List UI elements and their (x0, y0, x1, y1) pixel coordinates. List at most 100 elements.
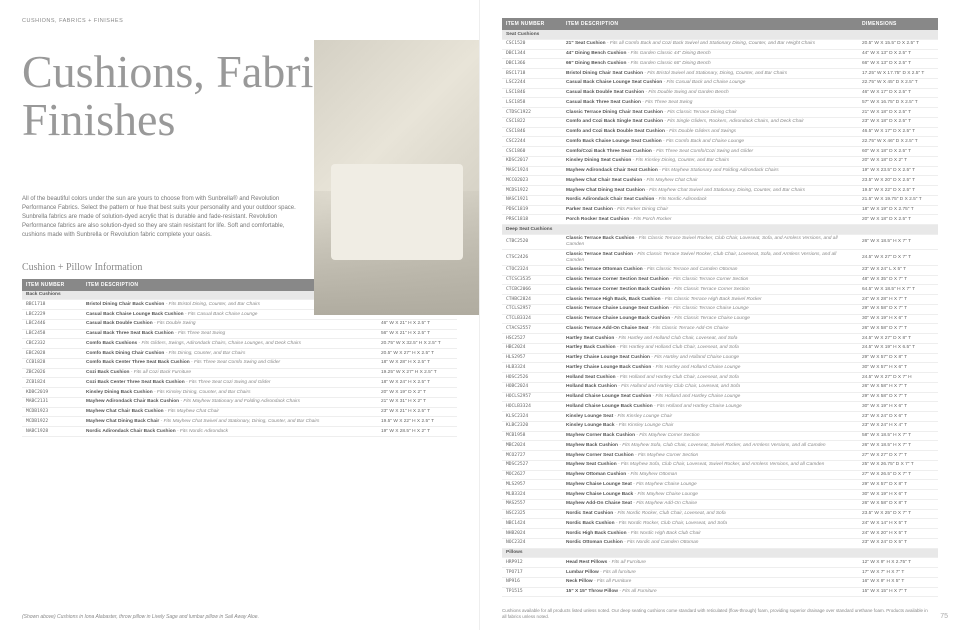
cell-dim: 56" W X 21" H X 2.5" T (377, 329, 457, 339)
table-row: CSC152021" Seat Cushion - Fits all Comfo… (502, 39, 938, 49)
cell-item: ZCB1824 (22, 378, 82, 388)
cell-dim: 23" W X 18" D X 2.5" T (858, 117, 938, 127)
cell-item: HLB3324 (502, 363, 562, 373)
cell-dim: 29" W X 58" D X 7" T (858, 392, 938, 402)
cell-desc: Classic Terrace Dining Chair Seat Cushio… (562, 108, 858, 118)
cell-desc: Comfo Back Cushions - Fits Gliders, Swin… (82, 339, 377, 349)
cell-desc: 44" Dining Bench Cushion - Fits Garden C… (562, 49, 858, 59)
cell-item: ZBC2026 (22, 368, 82, 378)
cell-item: NP916 (502, 577, 562, 587)
cell-dim: 17" W X 17" H X 7" T (858, 597, 938, 598)
cell-desc: Comfo Back Chaise Lounge Seat Cushion - … (562, 137, 858, 147)
cell-dim: 23" W X 24" D X 6" T (858, 412, 938, 422)
cell-desc: Casual Back Three Seat Back Cushion - Fi… (82, 329, 377, 339)
cell-dim: 23" W X 24" H X 4" T (858, 421, 938, 431)
cell-item: KLBC2320 (502, 421, 562, 431)
cell-dim: 29" W X 57" D X 8" T (858, 480, 938, 490)
cell-desc: Cozi Back Center Three Seat Back Cushion… (82, 378, 377, 388)
cell-desc: Mayhew Chat Chair Back Cushion - Fits Ma… (82, 407, 377, 417)
cell-desc: Mayhew Add-On Chaise Seat - Fits Mayhew … (562, 499, 858, 509)
cell-item: MASC1924 (502, 166, 562, 176)
breadcrumb: CUSHIONS, FABRICS + FINISHES (22, 18, 457, 24)
cell-item: TP1717 (502, 597, 562, 598)
cell-dim: 22.75" W X 46" D X 2.5" T (858, 137, 938, 147)
cell-item: MDSC2527 (502, 460, 562, 470)
cell-desc: Holland Seat Cushion - Fits Holland and … (562, 373, 858, 383)
cell-dim: 16" W X 9" H X 5" T (858, 577, 938, 587)
cell-dim: 24" W X 28" H X 7" T (858, 295, 938, 305)
cell-item: MCDS1922 (502, 186, 562, 196)
table-row: LSC1846Casual Back Double Seat Cushion -… (502, 88, 938, 98)
cell-dim: 26" W X 18.5" H X 7" T (858, 234, 938, 250)
cell-dim: 26" W X 58" H X 7" T (858, 382, 938, 392)
table-row: BSC1718Bristol Dining Chair Seat Cushion… (502, 69, 938, 79)
cell-dim: 23" W X 24" L X 5" T (858, 265, 938, 275)
cell-desc: 15" X 15" Throw Pillow - Fits all Furnit… (562, 587, 858, 597)
cell-desc: Classic Terrace High Back, Back Cushion … (562, 295, 858, 305)
table-row: MLS2957Mayhew Chaise Lounge Seat - Fits … (502, 480, 938, 490)
table-row: HRP912Head Rest Pillows - Fits all Furni… (502, 558, 938, 568)
cell-desc: Classic Terrace Corner Section Seat Cush… (562, 275, 858, 285)
cell-desc: Hartley Back Cushion - Fits Hartley and … (562, 343, 858, 353)
cell-dim: 27" W X 26.5" D X 7" T (858, 470, 938, 480)
cell-item: EBC2028 (22, 349, 82, 359)
cell-dim: 20.5" W X 15.5" D X 2.5" T (858, 39, 938, 49)
cell-dim: 18" W X 28" H X 2.5" T (377, 358, 457, 368)
cell-item: HOSC2526 (502, 373, 562, 383)
cell-item: NBC1424 (502, 519, 562, 529)
cell-item: HLS2957 (502, 353, 562, 363)
cell-item: MBC2024 (502, 441, 562, 451)
table-row: LBC2458Casual Back Three Seat Back Cushi… (22, 329, 457, 339)
cell-desc: Bristol Dining Chair Seat Cushion - Fits… (562, 69, 858, 79)
cell-dim: 64.5" W X 18.5" H X 7" T (858, 285, 938, 295)
cell-desc: Mayhew Adirondack Chair Seat Cushion - F… (562, 166, 858, 176)
cell-desc: Mayhew Chaise Lounge Seat - Fits Mayhew … (562, 480, 858, 490)
table-row: PDSC1819Parker Seat Cushion - Fits Parke… (502, 205, 938, 215)
cell-desc: Mayhew Ottoman Cushion - Fits Mayhew Ott… (562, 470, 858, 480)
table-row: MASC1924Mayhew Adirondack Chair Seat Cus… (502, 166, 938, 176)
cell-dim: 21" W X 31" H X 2" T (377, 397, 457, 407)
cell-dim: 46" W X 17" D X 2.5" T (858, 88, 938, 98)
cell-desc: Mayhew Back Cushion - Fits Mayhew Sofa, … (562, 441, 858, 451)
cell-desc: Hartley Seat Cushion - Fits Hartley and … (562, 334, 858, 344)
table-row: NABC1928Nordic Adirondack Chair Back Cus… (22, 427, 457, 437)
cell-dim: 22.75" W X 45" D X 2.5" T (858, 78, 938, 88)
cell-item: MCB1958 (502, 431, 562, 441)
cell-item: DBC1366 (502, 59, 562, 69)
table-row: HOCLB3324Holland Chaise Lounge Back Cush… (502, 402, 938, 412)
table-row: ZCB1824Cozi Back Center Three Seat Back … (22, 378, 457, 388)
cell-desc: 17" X 17" Throw Pillow - Fits all Furnit… (562, 597, 858, 598)
cell-desc: Classic Terrace Chaise Lounge Back Cushi… (562, 314, 858, 324)
cell-dim: 23" W X 24" D X 5" T (858, 538, 938, 548)
cell-item: BSC1718 (502, 69, 562, 79)
cell-item: CSC1846 (502, 127, 562, 137)
cell-desc: 21" Seat Cushion - Fits all Comfo Back a… (562, 39, 858, 49)
cell-item: LBC2229 (22, 310, 82, 320)
cell-dim: 18" W X 24" H X 2.5" T (377, 378, 457, 388)
hero-photo (314, 40, 479, 315)
cell-dim: 24.5" W X 27" D X 7" T (858, 250, 938, 266)
table-row: TP151515" X 15" Throw Pillow - Fits all … (502, 587, 938, 597)
cell-dim: 24" W X 20" H X 5" T (858, 529, 938, 539)
cell-desc: Mayhew Chat Dining Back Chair - Fits May… (82, 417, 377, 427)
cell-item: MLB3324 (502, 490, 562, 500)
cell-desc: Casual Back Double Cushion - Fits Double… (82, 319, 377, 329)
footnote: Cushions available for all products list… (502, 608, 930, 620)
cell-dim: 26" W X 58" D X 8" T (858, 499, 938, 509)
table-row: MCDB1922Mayhew Chat Dining Back Chair - … (22, 417, 457, 427)
cell-desc: Mayhew Corner Seat Cushion - Fits Mayhew… (562, 451, 858, 461)
cell-item: MCC02023 (502, 176, 562, 186)
table-row: EBC2028Comfo Back Dining Chair Cushion -… (22, 349, 457, 359)
cell-dim: 20" W X 18" D X 2.5" T (858, 215, 938, 225)
cell-desc: Mayhew Chat Chair Seat Cushion - Fits Ma… (562, 176, 858, 186)
cell-item: HRP912 (502, 558, 562, 568)
cell-dim: 20.5" W X 27" H X 2.5" T (377, 349, 457, 359)
cell-desc: Comfo and Cozi Back Single Seat Cushion … (562, 117, 858, 127)
cell-item: CSC1520 (502, 39, 562, 49)
table-row: CTACS2557Classic Terrace Add-On Chaise S… (502, 324, 938, 334)
table-row: CBC2332Comfo Back Cushions - Fits Glider… (22, 339, 457, 349)
cell-item: MOC2627 (502, 470, 562, 480)
cell-item: PRSC1818 (502, 215, 562, 225)
cell-item: NABC1928 (22, 427, 82, 437)
cell-item: CTDSC1922 (502, 108, 562, 118)
